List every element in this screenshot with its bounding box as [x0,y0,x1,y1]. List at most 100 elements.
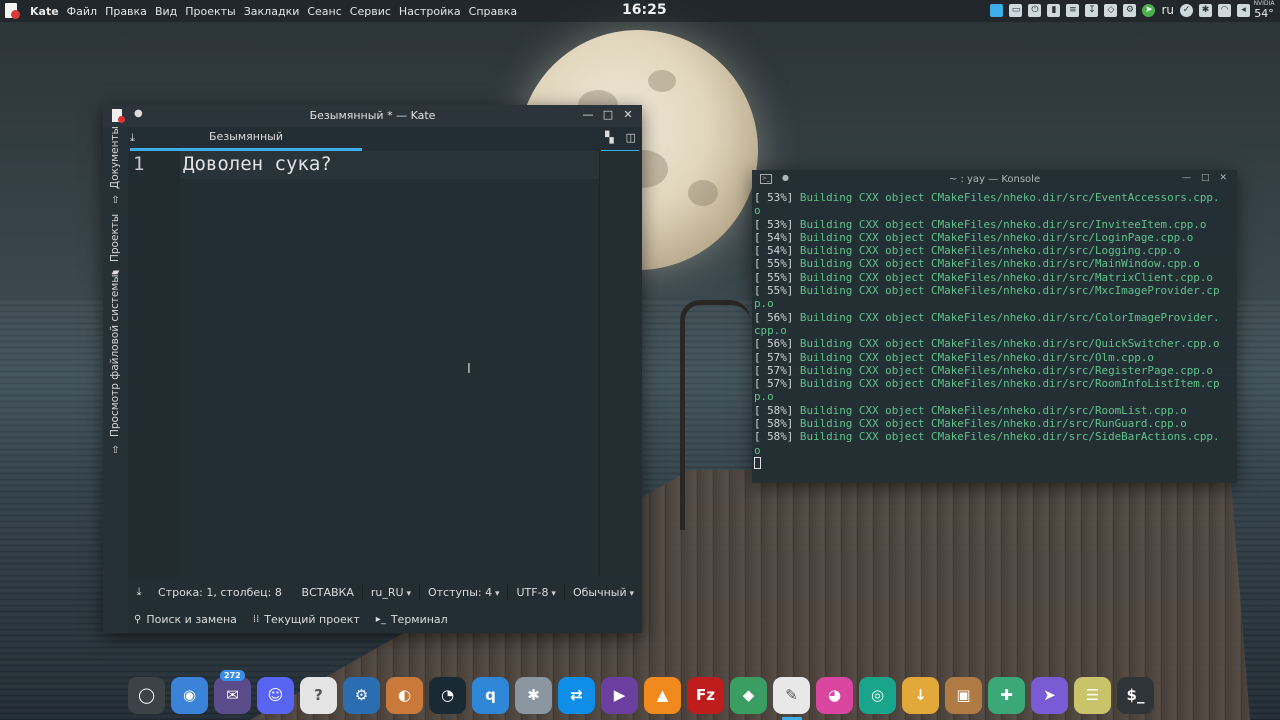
kate-window-title: Безымянный * — Kate [309,109,436,122]
sidebar-tab-projects[interactable]: Проекты [109,214,121,262]
current-project-label: Текущий проект [264,612,360,626]
keyboard-layout-indicator[interactable]: ru [1161,3,1174,17]
layers-icon[interactable]: ◆ [730,676,767,714]
vlc-icon[interactable]: ▲ [644,676,681,714]
build-message: Building CXX object CMakeFiles/nheko.dir… [793,417,1187,431]
mail-icon[interactable]: ✉ 272 [214,669,251,714]
kate-icon[interactable]: ✎ [773,676,810,720]
bluetooth-icon[interactable]: ✱ [515,676,552,714]
terminal-line: [ 58%] Building CXX object CMakeFiles/nh… [754,417,1235,430]
archive-icon[interactable]: ☰ [1074,676,1111,714]
build-message: o [754,443,761,457]
menu-help[interactable]: Справка [465,5,521,18]
color-picker-icon[interactable]: ◕ [816,676,853,714]
terminal-button[interactable]: ▸_ Терминал [370,613,454,626]
kate-titlebar[interactable]: ● Безымянный * — Kate — □ ✕ [103,105,642,127]
terminal-line: [ 58%] Building CXX object CMakeFiles/nh… [754,404,1235,417]
search-replace-button[interactable]: ⚲ Поиск и замена [128,613,243,626]
shield-tray-icon[interactable]: ◇ [1104,3,1118,17]
tab-untitled[interactable]: Безымянный [130,127,362,151]
cinnamon-ring-icon[interactable]: ◯ [128,676,165,714]
qbittorrent-icon[interactable]: q [472,676,509,714]
menu-bookmarks[interactable]: Закладки [240,5,304,18]
indent-selector[interactable]: Отступы: 4 [420,586,508,599]
menu-tools[interactable]: Сервис [346,5,395,18]
settings-wrench-icon[interactable]: ✚ [988,676,1025,714]
menu-file[interactable]: Файл [63,5,101,18]
text-cursor-icon: I [467,362,471,377]
menu-projects[interactable]: Проекты [181,5,240,18]
media-player-icon[interactable]: ▶ [601,676,638,714]
power-tray-icon[interactable]: ⏻ [1028,3,1042,17]
terminal-line: p.o [754,297,1235,310]
panel-clock[interactable]: 16:25 [622,2,667,18]
bluetooth-tray-icon[interactable]: ✱ [1199,3,1212,17]
maximize-button[interactable]: □ [602,108,614,121]
close-button[interactable]: ✕ [1219,173,1227,183]
encoding-selector[interactable]: UTF-8 [508,586,563,599]
wallpaper-rail [680,300,750,530]
cursor-position[interactable]: Строка: 1, столбец: 8 [150,586,290,599]
input-mode-button[interactable]: ВСТАВКА [294,586,362,599]
build-message: Building CXX object CMakeFiles/nheko.dir… [793,350,1154,364]
highlight-mode-selector[interactable]: Обычный [565,586,642,599]
current-project-button[interactable]: ⁞⁞ Текущий проект [247,613,366,626]
discord-icon[interactable]: ☺ [257,676,294,714]
konsole-titlebar[interactable]: >_ ● ~ : yay — Konsole — □ ✕ [752,170,1237,190]
menu-view[interactable]: Вид [151,5,181,18]
telegram-tray-icon[interactable]: ➤ [1142,3,1156,17]
unknown-file-icon[interactable]: ? [300,676,337,714]
wifi-tray-icon[interactable]: ◠ [1218,3,1231,17]
maximize-button[interactable]: □ [1201,173,1210,183]
chat-tray-icon[interactable] [990,3,1004,17]
filezilla-icon[interactable]: Fz [687,676,724,714]
terminal-output[interactable]: [ 53%] Building CXX object CMakeFiles/nh… [754,191,1235,470]
kate-app-icon[interactable] [4,3,20,19]
minimap-scrollbar[interactable] [599,151,639,577]
notes-tray-icon[interactable]: ≡ [1066,3,1080,17]
side-by-side-icon[interactable]: ◫ [626,131,636,144]
build-percent: [ 55%] [754,284,794,298]
build-percent: [ 54%] [754,230,794,244]
build-message: Building CXX object CMakeFiles/nheko.dir… [793,244,1181,258]
terminal-line: [ 53%] Building CXX object CMakeFiles/nh… [754,191,1235,204]
menu-edit[interactable]: Правка [101,5,151,18]
steam-icon[interactable]: ⚙ [343,676,380,714]
editor-text[interactable]: Доволен сука? [183,153,332,175]
close-button[interactable]: ✕ [622,108,634,121]
minimize-button[interactable]: — [1182,173,1191,183]
cursor-icon[interactable]: ➤ [1031,676,1068,714]
editor-area[interactable]: 1 Доволен сука? [128,151,599,577]
menu-settings[interactable]: Настройка [395,5,465,18]
minimize-button[interactable]: — [582,108,594,121]
build-message: Building CXX object CMakeFiles/nheko.dir… [793,270,1213,284]
download-tray-icon[interactable]: ↧ [1085,3,1099,17]
sidebar-tab-filesystem-browser[interactable]: Просмотр файловой системы [109,274,121,437]
steam-tray-icon[interactable]: ⚙ [1123,3,1137,17]
gimp-icon[interactable]: ◐ [386,676,423,714]
dock: ◯ ◉ ✉ 272 ☺? ⚙ ◐ ◔ q ✱ ⇄ ▶ ▲ Fz ◆ ✎ ◕ ◎ ↓ ▣ ✚ ➤ ☰ $_ [128,669,1158,720]
updates-tray-icon[interactable]: ✓ [1180,3,1193,17]
build-percent: [ 58%] [754,430,794,444]
menu-app-name[interactable]: Kate [26,5,63,18]
package-icon[interactable]: ▣ [945,676,982,714]
download-icon[interactable]: ↓ [902,676,939,714]
clipboard-tray-icon[interactable]: ▮ [1047,3,1061,17]
camera-icon[interactable]: ◎ [859,676,896,714]
kate-side-panel: Документы ⇧ Проекты ▰ Просмотр файловой … [103,126,128,633]
gpu-temperature-widget[interactable]: NVIDIA 54° [1250,0,1278,20]
menu-session[interactable]: Сеанс [303,5,345,18]
osu-icon[interactable]: ◔ [429,676,466,714]
monitor-tray-icon[interactable]: ▭ [1009,3,1023,17]
split-view-icon[interactable]: ▚ [605,131,613,144]
sidebar-tab-documents[interactable]: Документы [109,126,121,189]
terminal-line: p.o [754,390,1235,403]
build-percent: [ 56%] [754,310,794,324]
document-tabbar: ⤓ Безымянный ▚ ◫ [128,127,642,151]
teamviewer-icon[interactable]: ⇄ [558,676,595,714]
volume-tray-icon[interactable]: ◂ [1237,3,1250,17]
dictionary-selector[interactable]: ru_RU [363,586,419,599]
download-icon[interactable]: ⤓ [128,585,150,599]
terminal-icon[interactable]: $_ [1117,676,1154,714]
chromium-icon[interactable]: ◉ [171,676,208,714]
